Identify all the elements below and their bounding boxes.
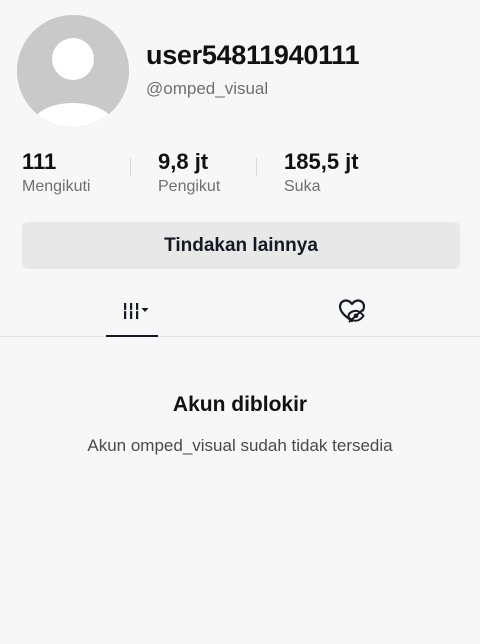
tab-liked[interactable]	[326, 286, 378, 336]
followers-count: 9,8 jt	[158, 149, 209, 174]
blocked-title: Akun diblokir	[172, 393, 308, 416]
active-tab-indicator	[106, 335, 158, 337]
stat-followers[interactable]: 9,8 jt Pengikut	[158, 148, 220, 198]
blocked-description: Akun omped_visual sudah tidak tersedia	[87, 436, 393, 455]
followers-label: Pengikut	[158, 178, 221, 195]
stat-likes[interactable]: 185,5 jt Suka	[284, 148, 359, 198]
profile-header: user54811940111 @omped_visual	[0, 0, 480, 140]
tab-videos[interactable]	[106, 286, 158, 336]
stat-divider	[130, 158, 131, 176]
profile-stats: 111 Mengikuti 9,8 jt Pengikut 185,5 jt S…	[0, 148, 480, 200]
blocked-account-message: Akun diblokir Akun omped_visual sudah ti…	[0, 386, 480, 458]
likes-count: 185,5 jt	[284, 149, 359, 174]
avatar[interactable]	[17, 15, 129, 127]
default-avatar-icon	[17, 15, 129, 127]
user-handle: @omped_visual	[146, 79, 269, 98]
video-grid-dropdown-icon	[124, 303, 149, 319]
more-actions-button[interactable]: Tindakan lainnya	[22, 222, 460, 269]
stat-divider	[256, 158, 257, 176]
liked-videos-hidden-icon	[338, 299, 366, 323]
profile-tabbar	[0, 286, 480, 337]
following-count: 111	[22, 149, 57, 174]
following-label: Mengikuti	[22, 178, 91, 195]
stat-following[interactable]: 111 Mengikuti	[22, 148, 90, 198]
likes-label: Suka	[284, 178, 321, 195]
username: user54811940111	[146, 40, 360, 70]
